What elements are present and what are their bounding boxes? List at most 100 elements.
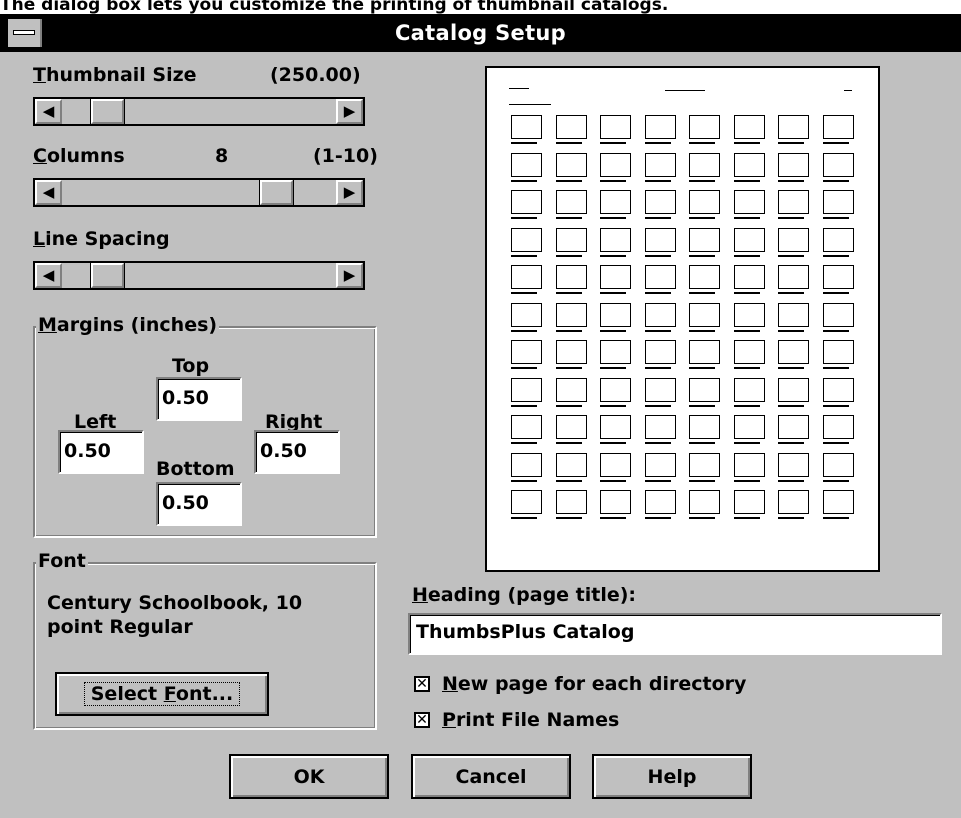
preview-thumbnail	[822, 190, 854, 214]
thumbnail-size-slider-thumb[interactable]	[91, 99, 124, 124]
preview-thumbnail-caption	[778, 292, 804, 294]
preview-thumbnail	[511, 115, 542, 139]
preview-thumbnail	[689, 340, 720, 364]
preview-thumbnail-caption	[644, 404, 671, 407]
preview-thumbnail	[733, 452, 765, 477]
preview-thumbnail-caption	[600, 254, 626, 257]
preview-thumbnail	[733, 340, 765, 364]
preview-thumbnail-caption	[733, 517, 760, 519]
preview-thumbnail-caption	[555, 254, 582, 257]
preview-thumbnail-caption	[689, 517, 715, 519]
preview-header-center	[665, 90, 705, 91]
preview-thumbnail-caption	[600, 329, 626, 332]
preview-thumbnail-caption	[689, 142, 715, 144]
columns-right-arrow-icon[interactable]: ▶	[336, 180, 363, 205]
preview-thumbnail-caption	[778, 142, 804, 144]
preview-thumbnail	[555, 152, 587, 177]
line-spacing-scrollbar[interactable]: ◀ ▶	[33, 261, 365, 290]
thumbnail-size-right-arrow-icon[interactable]: ▶	[336, 99, 363, 124]
preview-thumbnail	[689, 227, 720, 252]
preview-thumbnail-caption	[555, 404, 582, 407]
preview-thumbnail	[600, 265, 631, 289]
preview-thumbnail	[600, 115, 631, 139]
preview-thumbnail-caption	[822, 404, 849, 407]
margin-right-input[interactable]: 0.50	[254, 430, 340, 474]
cancel-button[interactable]: Cancel	[411, 754, 571, 799]
preview-thumbnail-caption	[644, 479, 671, 482]
preview-thumbnail	[511, 490, 542, 514]
preview-thumbnail	[733, 265, 765, 289]
preview-thumbnail-caption	[644, 442, 671, 444]
preview-thumbnail	[644, 377, 676, 402]
ok-button[interactable]: OK	[229, 754, 389, 799]
print-file-names-checkbox[interactable]: ✕	[414, 712, 430, 728]
preview-thumbnail-caption	[822, 517, 849, 519]
preview-thumbnail	[644, 452, 676, 477]
preview-thumbnail-caption	[778, 179, 804, 182]
preview-thumbnail-caption	[733, 179, 760, 182]
option-print-file-names[interactable]: ✕ Print File Names	[414, 709, 619, 731]
preview-thumbnail-caption	[644, 292, 671, 294]
preview-thumbnail	[822, 152, 854, 177]
preview-thumbnail-caption	[511, 404, 537, 407]
preview-thumbnail	[555, 340, 587, 364]
preview-thumbnail-caption	[689, 479, 715, 482]
thumbnail-size-left-arrow-icon[interactable]: ◀	[35, 99, 62, 124]
preview-thumbnail-caption	[600, 179, 626, 182]
preview-thumbnail	[689, 302, 720, 327]
preview-thumbnail-caption	[689, 179, 715, 182]
line-spacing-right-arrow-icon[interactable]: ▶	[336, 263, 363, 288]
preview-thumbnail-caption	[644, 329, 671, 332]
preview-thumbnail-caption	[822, 292, 849, 294]
columns-left-arrow-icon[interactable]: ◀	[35, 180, 62, 205]
margin-bottom-input[interactable]: 0.50	[156, 482, 242, 526]
columns-slider-thumb[interactable]	[260, 180, 293, 205]
heading-input[interactable]: ThumbsPlus Catalog	[408, 613, 942, 655]
preview-thumbnail-caption	[822, 179, 849, 182]
thumbnail-size-scrollbar[interactable]: ◀ ▶	[33, 97, 365, 126]
catalog-preview	[485, 66, 880, 572]
preview-thumbnail	[733, 415, 765, 439]
preview-thumbnail	[778, 490, 809, 514]
preview-thumbnail	[778, 415, 809, 439]
columns-scrollbar[interactable]: ◀ ▶	[33, 178, 365, 207]
preview-thumbnail	[511, 190, 542, 214]
new-page-checkbox[interactable]: ✕	[414, 676, 430, 692]
select-font-button[interactable]: Select Font...	[55, 672, 269, 716]
margin-top-label: Top	[172, 355, 210, 377]
preview-thumbnail	[733, 377, 765, 402]
preview-thumbnail-caption	[689, 404, 715, 407]
preview-thumbnail	[511, 227, 542, 252]
columns-range: (1-10)	[313, 145, 378, 167]
preview-thumbnail-caption	[778, 217, 804, 219]
preview-thumbnail-caption	[644, 142, 671, 144]
preview-thumbnail	[822, 115, 854, 139]
preview-thumbnail	[822, 340, 854, 364]
margins-group-label: Margins (inches)	[36, 314, 220, 336]
option-new-page[interactable]: ✕ New page for each directory	[414, 673, 746, 695]
preview-thumbnail-caption	[778, 442, 804, 444]
preview-thumbnail	[644, 490, 676, 514]
preview-thumbnail	[511, 415, 542, 439]
preview-thumbnail	[644, 265, 676, 289]
help-button[interactable]: Help	[592, 754, 752, 799]
preview-thumbnail	[600, 227, 631, 252]
line-spacing-left-arrow-icon[interactable]: ◀	[35, 263, 62, 288]
preview-thumbnail-caption	[689, 254, 715, 257]
margin-bottom-label: Bottom	[156, 458, 235, 480]
preview-thumbnail	[733, 490, 765, 514]
margin-top-input[interactable]: 0.50	[156, 377, 242, 421]
preview-thumbnail-caption	[644, 254, 671, 257]
preview-thumbnail	[689, 377, 720, 402]
preview-thumbnail-caption	[644, 217, 671, 219]
preview-thumbnail	[733, 152, 765, 177]
preview-thumbnail-caption	[778, 367, 804, 369]
preview-thumbnail-caption	[511, 179, 537, 182]
margin-left-input[interactable]: 0.50	[58, 430, 144, 474]
line-spacing-slider-thumb[interactable]	[91, 263, 124, 288]
preview-thumbnail-caption	[644, 179, 671, 182]
preview-thumbnail-caption	[555, 179, 582, 182]
preview-thumbnail-caption	[822, 254, 849, 257]
preview-thumbnail-caption	[778, 517, 804, 519]
preview-thumbnail-caption	[733, 254, 760, 257]
